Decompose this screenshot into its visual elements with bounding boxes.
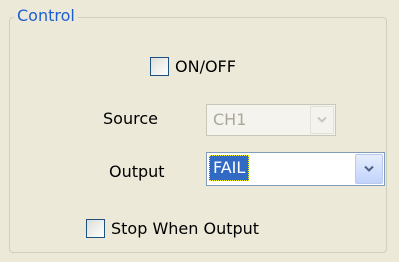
onoff-label[interactable]: ON/OFF bbox=[175, 57, 236, 77]
source-dropdown-button bbox=[310, 106, 334, 134]
stop-when-output-checkbox[interactable] bbox=[86, 219, 105, 238]
stop-when-output-label[interactable]: Stop When Output bbox=[111, 219, 259, 239]
output-label: Output bbox=[109, 162, 165, 181]
onoff-checkbox[interactable] bbox=[150, 57, 169, 76]
control-group-title: Control bbox=[14, 6, 78, 26]
source-value: CH1 bbox=[213, 110, 247, 129]
chevron-down-icon bbox=[364, 165, 374, 172]
source-combobox: CH1 bbox=[206, 104, 336, 136]
chevron-down-icon bbox=[317, 116, 327, 123]
source-label: Source bbox=[103, 109, 158, 128]
output-dropdown-button[interactable] bbox=[355, 154, 383, 184]
output-combobox[interactable]: FAIL bbox=[206, 152, 385, 186]
output-value[interactable]: FAIL bbox=[209, 155, 250, 181]
